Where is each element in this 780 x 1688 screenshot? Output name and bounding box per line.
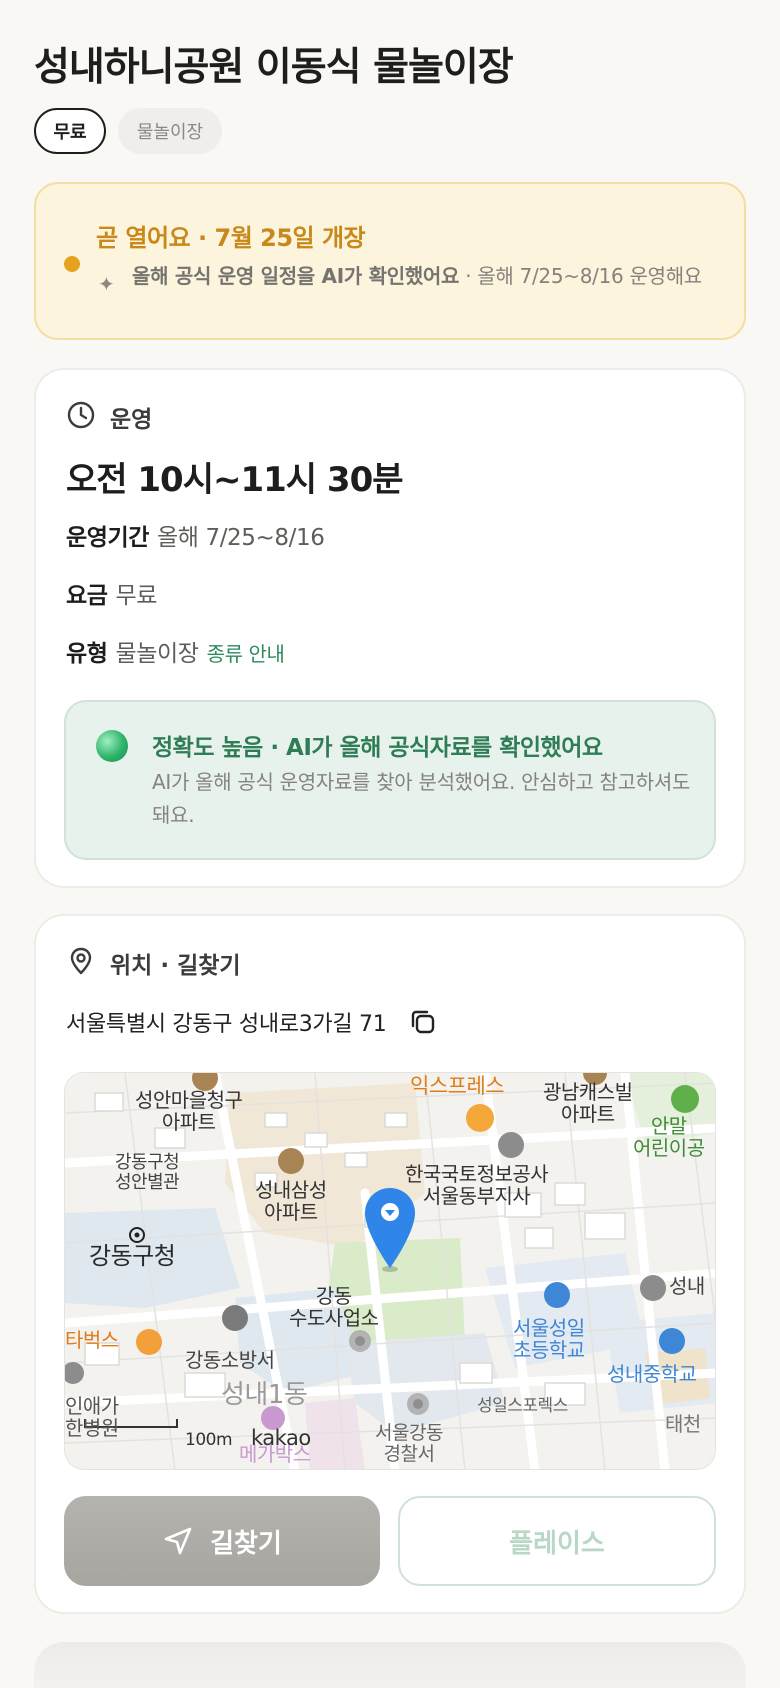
map-label-anmal: 안말 어린이공 bbox=[633, 1114, 705, 1160]
notice-body-bold: 올해 공식 운영 일정을 AI가 확인했어요 bbox=[132, 264, 460, 288]
copy-icon bbox=[412, 1010, 435, 1034]
sparkle-icon: ✦ bbox=[98, 272, 115, 296]
notice-body-rest: · 올해 7/25~8/16 운영해요 bbox=[459, 264, 702, 288]
map-label-seoul-seongil: 서울성일 초등학교 bbox=[513, 1316, 585, 1362]
operation-card: 운영 오전 10시~11시 30분 운영기간 올해 7/25~8/16 요금 무료 … bbox=[34, 368, 746, 888]
location-section-label: 위치 · 길찾기 bbox=[110, 953, 241, 979]
notice-body: 올해 공식 운영 일정을 AI가 확인했어요 · 올해 7/25~8/16 운영… bbox=[132, 262, 712, 290]
address-text: 서울특별시 강동구 성내로3가길 71 bbox=[66, 1012, 387, 1037]
period-key: 운영기간 bbox=[66, 525, 150, 551]
copy-address-button[interactable] bbox=[408, 1007, 438, 1037]
navigation-arrow-icon bbox=[164, 1527, 192, 1555]
fee-chip[interactable]: 무료 bbox=[34, 108, 106, 154]
map-label-gangdong-annex: 강동구청 성안별관 bbox=[115, 1152, 180, 1193]
operation-section-header: 운영 bbox=[66, 400, 152, 434]
next-card-peek bbox=[34, 1642, 746, 1688]
map-brand-logo: kakao bbox=[251, 1426, 311, 1450]
navigate-button[interactable]: 길찾기 bbox=[64, 1496, 380, 1586]
operating-hours: 오전 10시~11시 30분 bbox=[66, 460, 404, 500]
fee-row: 요금 무료 bbox=[66, 576, 157, 610]
address-row: 서울특별시 강동구 성내로3가길 71 bbox=[66, 1006, 438, 1038]
location-map[interactable]: 익스프레스 광남캐스빌 아파트 안말 어린이공 성안마을청구 아파트 강동구청 … bbox=[64, 1072, 716, 1470]
accuracy-title: 정확도 높음 · AI가 올해 공식자료를 확인했어요 bbox=[152, 735, 603, 761]
map-label-waterworks: 강동 수도사업소 bbox=[289, 1284, 379, 1330]
map-label-taecheon: 태천 bbox=[665, 1412, 701, 1436]
accuracy-body: AI가 올해 공식 운영자료를 찾아 분석했어요. 안심하고 참고하셔도 돼요. bbox=[152, 770, 691, 827]
page: 성내하니공원 이동식 물놀이장 무료 물놀이장 곧 열어요 · 7월 25일 개… bbox=[0, 0, 780, 1688]
map-label-gangdong-office: 강동구청 bbox=[89, 1242, 176, 1270]
opening-notice: 곧 열어요 · 7월 25일 개장 ✦ 올해 공식 운영 일정을 AI가 확인했… bbox=[34, 182, 746, 340]
period-row: 운영기간 올해 7/25~8/16 bbox=[66, 518, 325, 552]
map-label-seongil-sportsplex: 성일스포렉스 bbox=[477, 1396, 568, 1416]
map-label-seongan: 성안마을청구 아파트 bbox=[135, 1088, 243, 1134]
type-row: 유형 물놀이장 종류 안내 bbox=[66, 634, 285, 668]
location-section-header: 위치 · 길찾기 bbox=[66, 946, 241, 980]
map-label-fire-station: 강동소방서 bbox=[185, 1348, 275, 1372]
type-value: 물놀이장 bbox=[115, 641, 199, 667]
operation-section-label: 운영 bbox=[110, 407, 153, 433]
map-label-express: 익스프레스 bbox=[410, 1074, 505, 1098]
fee-value: 무료 bbox=[115, 583, 158, 609]
map-label-police: 서울강동 경찰서 bbox=[375, 1422, 443, 1465]
location-card: 위치 · 길찾기 서울특별시 강동구 성내로3가길 71 익스프레스 광남캐스빌… bbox=[34, 914, 746, 1614]
fee-key: 요금 bbox=[66, 583, 108, 609]
map-label-seongnae-samsung: 성내삼성 아파트 bbox=[255, 1178, 327, 1224]
map-label-inae: 인애가 한병원 bbox=[65, 1394, 119, 1440]
type-chip[interactable]: 물놀이장 bbox=[118, 108, 222, 154]
map-label-seongnae-right: 성내 bbox=[669, 1274, 705, 1298]
map-scale-label: 100m bbox=[185, 1430, 233, 1450]
map-label-starbucks: 타벅스 bbox=[65, 1328, 119, 1352]
map-label-seongnae-middle: 성내중학교 bbox=[607, 1362, 697, 1386]
clock-icon bbox=[66, 400, 96, 434]
page-title: 성내하니공원 이동식 물놀이장 bbox=[34, 45, 514, 90]
notice-title: 곧 열어요 · 7월 25일 개장 bbox=[96, 224, 366, 252]
accuracy-box: 정확도 높음 · AI가 올해 공식자료를 확인했어요 AI가 올해 공식 운영… bbox=[64, 700, 716, 860]
status-dot bbox=[64, 256, 80, 272]
map-label-seongnae1dong: 성내1동 bbox=[221, 1380, 308, 1410]
type-guide-link[interactable]: 종류 안내 bbox=[207, 642, 285, 666]
period-value: 올해 7/25~8/16 bbox=[157, 525, 325, 551]
location-pin-icon bbox=[66, 946, 96, 980]
place-button[interactable]: 플레이스 bbox=[398, 1496, 716, 1586]
map-label-gwangnam: 광남캐스빌 아파트 bbox=[543, 1080, 633, 1126]
map-label-land-info: 한국국토정보공사 서울동부지사 bbox=[405, 1162, 549, 1208]
type-key: 유형 bbox=[66, 641, 108, 667]
accuracy-orb-icon bbox=[96, 730, 128, 762]
navigate-button-label: 길찾기 bbox=[210, 1528, 282, 1559]
